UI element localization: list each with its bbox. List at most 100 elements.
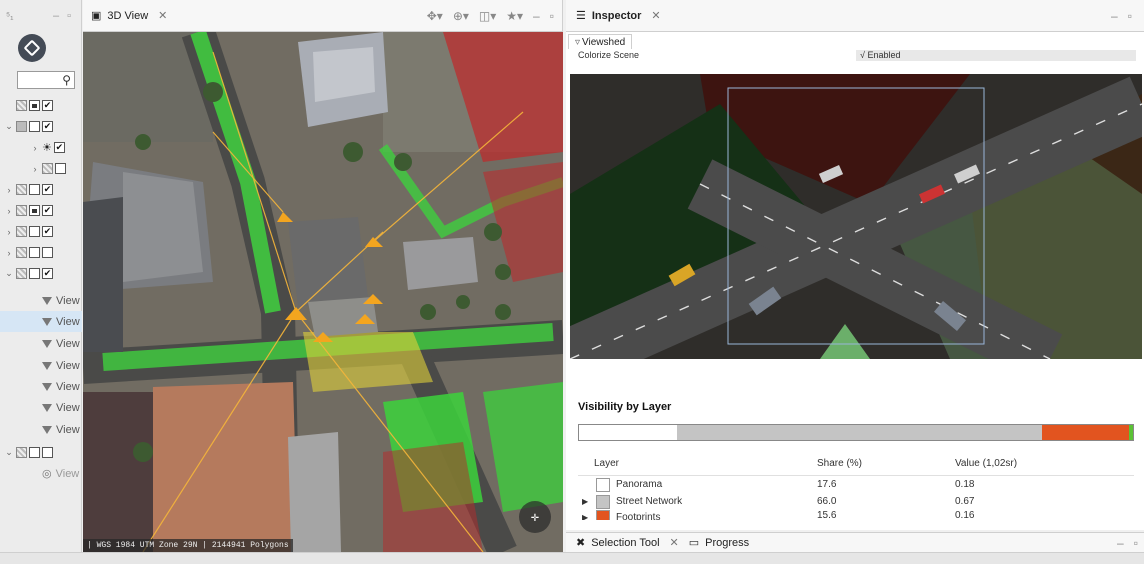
minimize-icon[interactable]: – (1111, 9, 1118, 23)
minimize-icon[interactable]: – (1117, 536, 1124, 550)
collapse-icon[interactable]: ⌄ (4, 121, 14, 132)
viewshed-row[interactable]: View (0, 355, 82, 376)
lock-checkbox[interactable] (29, 184, 40, 195)
table-row[interactable]: ▶ Street Network 66.0 0.67 (578, 493, 1134, 510)
visibility-share-bar (578, 424, 1134, 441)
navigate-icon[interactable]: ✥▾ (427, 9, 443, 23)
camera-icon[interactable]: ◫▾ (479, 9, 496, 23)
tab-progress[interactable]: ▭ Progress (688, 536, 749, 550)
lock-checkbox[interactable] (29, 247, 40, 258)
layer-row[interactable]: › ✔ (0, 200, 82, 221)
table-row[interactable]: Panorama 17.6 0.18 (578, 476, 1134, 493)
expand-icon[interactable]: › (4, 185, 14, 195)
maximize-icon[interactable]: ▫ (1128, 9, 1132, 23)
progress-icon: ▭ (688, 537, 700, 549)
maximize-icon[interactable]: ▫ (67, 10, 71, 22)
collapse-icon[interactable]: ⌄ (4, 268, 14, 279)
viewshed-icon (42, 339, 52, 348)
inspector-panel: ☰ Inspector ✕ – ▫ ▿ Viewshed Colorize Sc… (566, 0, 1144, 530)
inspector-window-controls: – ▫ (1111, 9, 1136, 23)
layers-panel-header: ⁵₁ – ▫ (0, 0, 81, 32)
grid-icon (42, 163, 53, 174)
viewshed-icon (42, 317, 52, 326)
visibility-checkbox[interactable]: ✔ (42, 226, 53, 237)
layer-name: Street Network (616, 496, 683, 507)
collapse-icon[interactable]: ⌄ (4, 447, 14, 458)
expand-icon[interactable]: ▶ (582, 497, 590, 506)
layers-stack-icon[interactable] (18, 34, 46, 62)
layer-color-swatch (596, 494, 610, 509)
layer-name: Panorama (616, 479, 663, 490)
colorize-scene-toggle[interactable]: √ Enabled (856, 50, 1136, 61)
expand-icon[interactable]: › (30, 143, 40, 153)
viewshed-icon: ▿ (575, 36, 581, 48)
column-value[interactable]: Value (1,02sr) (955, 458, 1134, 469)
layer-row[interactable]: ⌄ ✔ (0, 263, 82, 284)
visibility-segment (676, 425, 1043, 440)
layer-name: Footprints (616, 511, 661, 521)
bookmark-icon[interactable]: ★▾ (506, 9, 523, 23)
minimize-icon[interactable]: – (53, 10, 59, 22)
expand-icon[interactable]: › (30, 164, 40, 174)
viewshed-row[interactable]: View (0, 397, 82, 418)
bottom-tabbar: ✖ Selection Tool ✕ ▭ Progress – ▫ (566, 532, 1144, 552)
lock-checkbox[interactable] (29, 447, 40, 458)
column-share[interactable]: Share (%) (817, 458, 955, 469)
tab-inspector[interactable]: ☰ Inspector ✕ (576, 9, 661, 23)
select-icon[interactable]: ⊕▾ (453, 9, 469, 23)
tab-viewshed[interactable]: ▿ Viewshed (568, 34, 633, 49)
layer-row[interactable]: ⌄ ✔ (0, 116, 82, 137)
visibility-checkbox[interactable] (55, 163, 66, 174)
expand-icon[interactable]: ▶ (582, 513, 590, 521)
expand-icon[interactable]: › (4, 206, 14, 216)
visibility-checkbox[interactable]: ✔ (42, 184, 53, 195)
close-icon[interactable]: ✕ (670, 536, 679, 549)
layer-row[interactable]: › ✔ (0, 179, 82, 200)
expand-icon[interactable]: › (4, 227, 14, 237)
visibility-checkbox[interactable] (42, 447, 53, 458)
app-footer (0, 552, 1144, 564)
lock-icon[interactable] (29, 100, 40, 111)
minimize-icon[interactable]: – (533, 9, 540, 23)
close-icon[interactable]: ✕ (158, 9, 167, 22)
layer-row[interactable]: › ☀ ✔ (0, 137, 82, 158)
maximize-icon[interactable]: ▫ (550, 9, 554, 23)
expand-icon[interactable]: › (4, 248, 14, 258)
visibility-checkbox[interactable]: ✔ (42, 121, 53, 132)
maximize-icon[interactable]: ▫ (1134, 536, 1138, 550)
close-icon[interactable]: ✕ (651, 9, 660, 22)
table-row[interactable]: ▶ Footprints 15.6 0.16 (578, 510, 1134, 520)
lock-icon[interactable] (29, 205, 40, 216)
viewshed-row[interactable]: View (0, 419, 82, 440)
layer-row[interactable]: ⌄ (0, 442, 82, 463)
layer-search-input[interactable]: ⚲ (17, 71, 75, 89)
city-scene: ✛ (83, 32, 563, 552)
search-icon: ⚲ (62, 73, 71, 87)
layer-row[interactable]: › (0, 242, 82, 263)
viewshed-row[interactable]: View (0, 333, 82, 354)
tab-selection-tool-label: Selection Tool (591, 536, 660, 549)
3d-scene-viewport[interactable]: ✛ | WGS 1984 UTM Zone 29N | 2144941 Poly… (83, 32, 563, 552)
visibility-checkbox[interactable]: ✔ (42, 205, 53, 216)
viewshed-row[interactable]: View (0, 376, 82, 397)
column-layer[interactable]: Layer (578, 458, 817, 469)
visibility-checkbox[interactable]: ✔ (42, 100, 53, 111)
tab-3d-view[interactable]: ▣ 3D View ✕ (91, 9, 167, 23)
sun-icon: ☀ (42, 142, 52, 154)
visibility-checkbox[interactable]: ✔ (42, 268, 53, 279)
viewshed-label: View (55, 467, 80, 480)
layer-row[interactable]: › (0, 158, 82, 179)
lock-checkbox[interactable] (29, 226, 40, 237)
value-cell: 0.67 (955, 496, 975, 507)
visibility-checkbox[interactable] (42, 247, 53, 258)
layer-row[interactable]: › ✔ (0, 221, 82, 242)
viewshed-row[interactable]: ◎ View (0, 463, 82, 484)
camera-icon: ◎ (42, 468, 52, 480)
lock-checkbox[interactable] (29, 121, 40, 132)
tab-selection-tool[interactable]: ✖ Selection Tool ✕ (576, 536, 679, 550)
viewshed-row[interactable]: View (0, 290, 82, 311)
visibility-checkbox[interactable]: ✔ (53, 142, 65, 153)
lock-checkbox[interactable] (29, 268, 40, 279)
viewshed-row[interactable]: View (0, 311, 82, 332)
layer-row[interactable]: ✔ (0, 95, 82, 116)
